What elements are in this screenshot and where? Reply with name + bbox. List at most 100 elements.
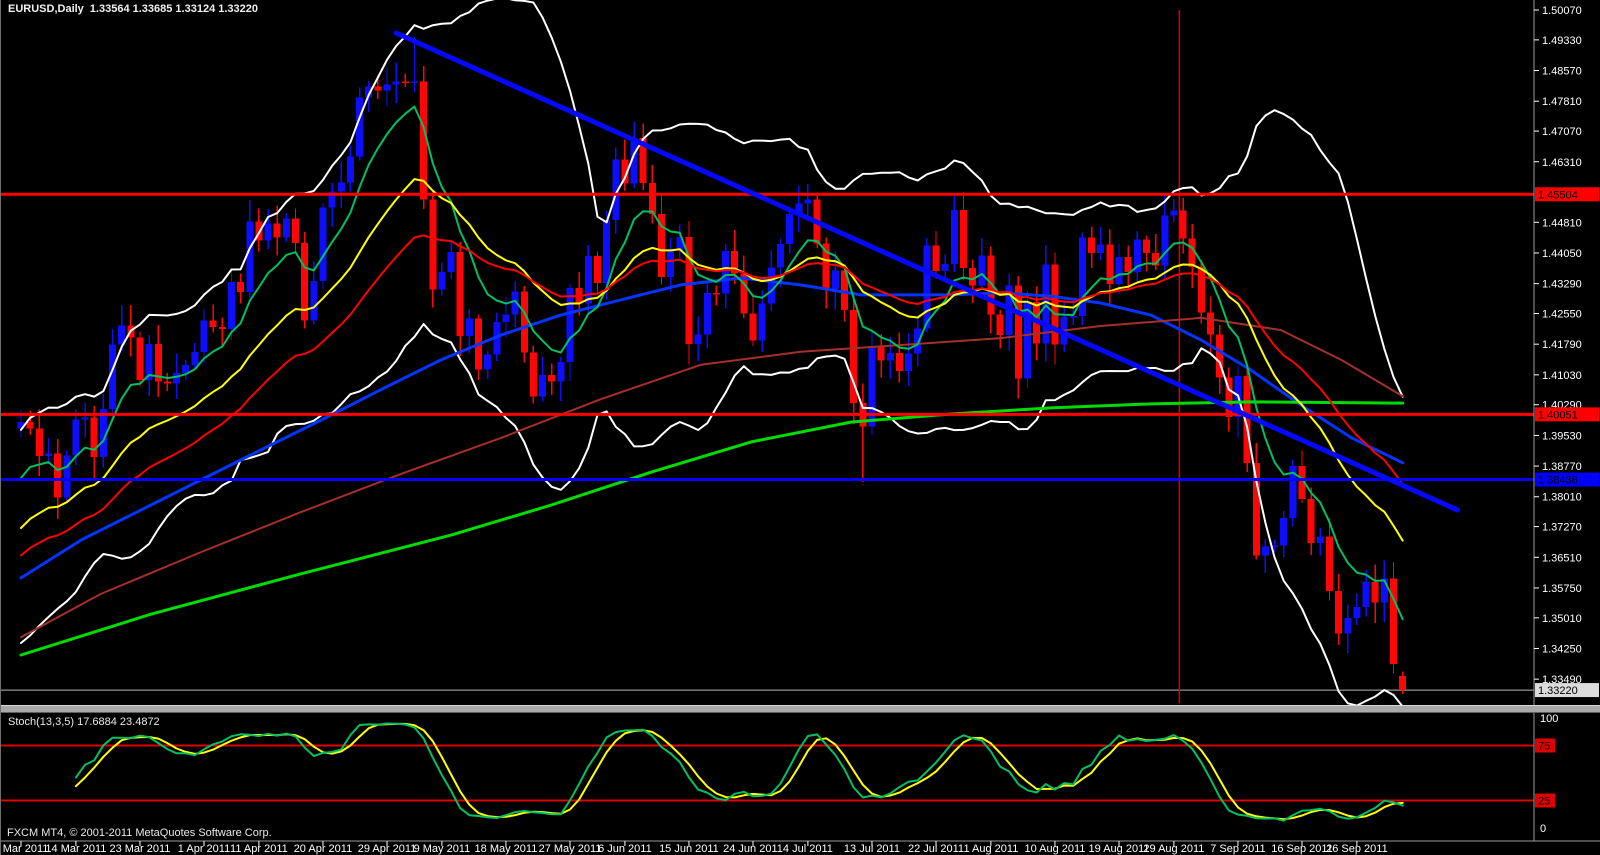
candle-body bbox=[54, 454, 61, 498]
candle-body bbox=[878, 346, 885, 361]
candle-body bbox=[411, 81, 418, 83]
symbol-period-label: EURUSD,Daily bbox=[8, 3, 84, 15]
candle-body bbox=[557, 362, 564, 381]
candle-body bbox=[402, 81, 409, 83]
date-tick-label[interactable]: 22 Jul 2011 bbox=[908, 843, 964, 855]
candle-body bbox=[786, 214, 793, 244]
date-tick-label[interactable]: 16 Sep 2011 bbox=[1271, 843, 1333, 855]
candle-body bbox=[521, 291, 528, 352]
price-tick-label: 1.49330 bbox=[1542, 35, 1582, 47]
date-tick-label[interactable]: 29 Aug 2011 bbox=[1143, 843, 1204, 855]
axis-price-marker-label: 25 bbox=[1538, 796, 1550, 808]
candle-body bbox=[246, 221, 253, 292]
candle-body bbox=[228, 282, 235, 329]
candle-body bbox=[393, 81, 400, 84]
candle-body bbox=[338, 182, 345, 191]
date-tick-label[interactable]: 14 Mar 2011 bbox=[45, 843, 106, 855]
mt4-chart-window: 1.500701.493301.485701.478101.470701.463… bbox=[0, 0, 1600, 855]
price-tick-label: 1.39530 bbox=[1542, 430, 1582, 442]
candle-body bbox=[1308, 499, 1315, 543]
candle-body bbox=[448, 252, 455, 272]
candle-body bbox=[219, 327, 226, 329]
candle-body bbox=[72, 420, 79, 456]
date-tick-label[interactable]: 7 Sep 2011 bbox=[1210, 843, 1265, 855]
date-tick-label[interactable]: 11 Apr 2011 bbox=[230, 843, 288, 855]
candle-body bbox=[1335, 591, 1342, 633]
date-tick-label[interactable]: 23 Mar 2011 bbox=[109, 843, 170, 855]
candle-body bbox=[585, 256, 592, 304]
axis-price-marker-label: 1.33220 bbox=[1538, 685, 1578, 697]
date-tick-label[interactable]: 15 Jun 2011 bbox=[659, 843, 719, 855]
candle-body bbox=[1088, 238, 1095, 253]
candle-body bbox=[978, 255, 985, 285]
candle-body bbox=[384, 85, 391, 91]
date-tick-label[interactable]: 19 Aug 2011 bbox=[1089, 843, 1150, 855]
candle-body bbox=[695, 334, 702, 344]
price-tick-label: 1.44810 bbox=[1542, 217, 1582, 229]
price-tick-label: 1.38770 bbox=[1542, 461, 1582, 473]
panel-splitter[interactable] bbox=[1, 705, 1600, 713]
date-tick-label[interactable]: 9 May 2011 bbox=[414, 843, 471, 855]
date-tick-label[interactable]: 1 Apr 2011 bbox=[178, 843, 230, 855]
candle-body bbox=[210, 320, 217, 327]
price-tick-label: 1.42550 bbox=[1542, 309, 1582, 321]
candle-body bbox=[319, 207, 326, 281]
price-tick-label: 1.35010 bbox=[1542, 613, 1582, 625]
candle-body bbox=[667, 250, 674, 277]
price-tick-label: 1.41790 bbox=[1542, 339, 1582, 351]
date-tick-label[interactable]: 6 Jun 2011 bbox=[598, 843, 652, 855]
candle-body bbox=[923, 245, 930, 328]
candle-body bbox=[502, 314, 509, 322]
candle-body bbox=[548, 375, 555, 381]
price-tick-label: 1.46310 bbox=[1542, 157, 1582, 169]
candle-body bbox=[182, 365, 189, 373]
chart-background bbox=[1, 0, 1600, 855]
date-tick-label[interactable]: 4 Jul 2011 bbox=[783, 843, 833, 855]
candle-body bbox=[1353, 607, 1360, 618]
price-tick-label: 1.41030 bbox=[1542, 370, 1582, 382]
date-tick-label[interactable]: 29 Apr 2011 bbox=[358, 843, 417, 855]
date-tick-label[interactable]: 13 Jul 2011 bbox=[844, 843, 900, 855]
candle-body bbox=[292, 219, 299, 243]
price-tick-label: 1.37270 bbox=[1542, 522, 1582, 534]
date-tick-label[interactable]: 20 Apr 2011 bbox=[294, 843, 353, 855]
candle-body bbox=[997, 315, 1004, 335]
candle-body bbox=[63, 456, 70, 498]
candle-body bbox=[1390, 579, 1397, 664]
candle-body bbox=[201, 320, 208, 351]
candle-body bbox=[1125, 257, 1132, 272]
date-tick-label[interactable]: 18 May 2011 bbox=[475, 843, 538, 855]
candle-body bbox=[27, 422, 34, 428]
candle-body bbox=[933, 245, 940, 271]
price-tick-label: 1.34250 bbox=[1542, 643, 1582, 655]
date-tick-label[interactable]: 26 Sep 2011 bbox=[1326, 843, 1388, 855]
candle-body bbox=[969, 268, 976, 285]
date-tick-label[interactable]: 1 Aug 2011 bbox=[963, 843, 1018, 855]
candle-body bbox=[1317, 537, 1324, 543]
candle-body bbox=[136, 337, 143, 380]
candle-body bbox=[1170, 211, 1177, 216]
candle-body bbox=[466, 318, 473, 336]
candle-body bbox=[374, 86, 381, 90]
date-tick-label[interactable]: 4 Mar 2011 bbox=[1, 843, 48, 855]
price-tick-label: 1.35750 bbox=[1542, 583, 1582, 595]
candle-body bbox=[905, 353, 912, 370]
date-tick-label[interactable]: 24 Jun 2011 bbox=[723, 843, 783, 855]
candle-body bbox=[1143, 240, 1150, 253]
stoch-scale-label: 100 bbox=[1540, 713, 1558, 725]
candle-body bbox=[36, 429, 43, 456]
chart-canvas[interactable]: 1.500701.493301.485701.478101.470701.463… bbox=[1, 0, 1600, 855]
candle-body bbox=[1326, 537, 1333, 591]
candle-body bbox=[310, 281, 317, 320]
candle-body bbox=[530, 353, 537, 397]
price-tick-label: 1.36510 bbox=[1542, 552, 1582, 564]
candle-body bbox=[750, 314, 757, 341]
price-tick-label: 1.38010 bbox=[1542, 492, 1582, 504]
date-tick-label[interactable]: 10 Aug 2011 bbox=[1024, 843, 1085, 855]
candle-body bbox=[1070, 316, 1077, 317]
candle-body bbox=[1097, 244, 1104, 252]
candle-body bbox=[768, 267, 775, 303]
price-tick-label: 1.50070 bbox=[1542, 5, 1582, 17]
candle-body bbox=[713, 293, 720, 294]
date-tick-label[interactable]: 27 May 2011 bbox=[539, 843, 602, 855]
